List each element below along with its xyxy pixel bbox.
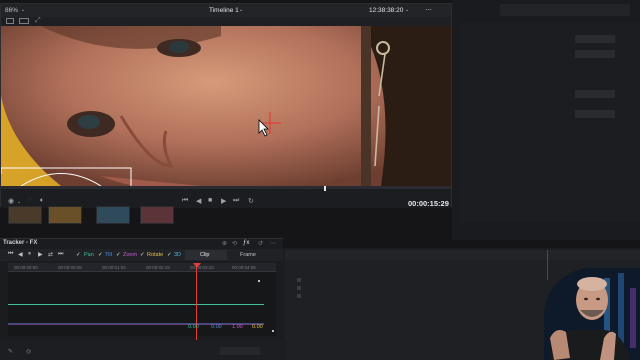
tracker-title: Tracker - FX — [3, 240, 38, 246]
ruler-tick: 00:00:00:00 — [14, 265, 38, 270]
frame-mode-button[interactable]: Frame — [240, 252, 256, 258]
graph-handle[interactable] — [272, 330, 274, 332]
timeline-name[interactable]: Timeline 1 — [209, 7, 239, 14]
viewer-toolbar: ⤢ — [1, 17, 451, 26]
viewer-title-bar: 86% ⌄ Timeline 1 ⌄ 12:38:38:20 ⌄ ⋯ — [1, 4, 451, 17]
zoom-checkbox[interactable]: ✓ — [116, 252, 121, 258]
zoom-label: Zoom — [123, 252, 138, 258]
video-frame[interactable] — [1, 26, 451, 186]
ruler-tick: 00:00:00:25 — [58, 265, 82, 270]
media-thumbnail[interactable] — [8, 206, 42, 224]
inspector-field — [575, 35, 615, 43]
reset-icon[interactable]: ↺ — [258, 240, 263, 247]
loop-icon[interactable]: ↻ — [248, 197, 254, 205]
track-back-icon[interactable]: ◀ — [18, 251, 23, 258]
rotate-value[interactable]: 0.00 — [252, 324, 263, 330]
track-marker — [297, 278, 301, 282]
arrow-cursor-icon — [258, 119, 269, 137]
zoom-dropdown-icon[interactable]: ⌄ — [21, 7, 25, 13]
tracker-ruler: 00:00:00:00 00:00:00:25 00:00:01:20 00:0… — [8, 263, 276, 272]
timecode-bottom[interactable]: 00:00:15:29 — [408, 199, 449, 208]
timecode-top[interactable]: 12:38:38:20 — [369, 7, 403, 14]
play-reverse-icon[interactable]: ◀ — [196, 197, 201, 205]
last-frame-icon[interactable]: ⏭︎ — [233, 197, 239, 205]
split-view-icon[interactable] — [19, 18, 29, 24]
ruler-tick: 00:00:04:05 — [232, 265, 256, 270]
pan-label: Pan — [84, 252, 94, 258]
zoom-level[interactable]: 86% — [5, 7, 18, 14]
portrait-image — [1, 26, 451, 186]
eyedropper-icon[interactable]: ✎ — [8, 348, 13, 355]
first-frame-icon[interactable]: ⏮︎ — [182, 197, 188, 205]
3d-label: 3D — [174, 252, 182, 258]
media-thumbnail[interactable] — [96, 206, 130, 224]
transform-icon[interactable]: ⤢ — [35, 17, 41, 25]
timecode-dropdown-icon[interactable]: ⌄ — [405, 7, 409, 13]
scrubber-track[interactable] — [1, 186, 451, 189]
timeline-dropdown-icon[interactable]: ⌄ — [239, 7, 243, 13]
zoom-curve — [8, 324, 264, 325]
color-picker-icon[interactable]: ◎ — [26, 348, 31, 355]
pause-icon[interactable]: ⏸︎ — [28, 251, 31, 258]
track-reverse-icon[interactable]: ⏮︎ — [8, 251, 13, 258]
webcam-overlay — [544, 268, 640, 360]
scrubber-playhead[interactable] — [324, 186, 326, 191]
loop-off-icon[interactable]: ◌ — [27, 197, 31, 204]
presenter-image — [544, 268, 640, 360]
volume-icon[interactable]: 🔈︎ — [40, 197, 44, 205]
audio-monitor-icon[interactable]: ◉ — [8, 197, 14, 205]
inspector-field — [575, 110, 615, 118]
tracker-footer: ✎ ◎ — [0, 340, 283, 360]
track-both-icon[interactable]: ⇄ — [48, 251, 53, 258]
inspector-field — [575, 90, 615, 98]
track-forward-icon[interactable]: ▶ — [38, 251, 43, 258]
tilt-label: Tilt — [105, 252, 113, 258]
tilt-value[interactable]: 0.00 — [211, 324, 222, 330]
track-marker — [297, 286, 301, 290]
more-options-icon[interactable]: ⋯ — [425, 6, 432, 14]
pan-curve — [8, 304, 264, 305]
rotate-label: Rotate — [147, 252, 164, 258]
media-thumbnail[interactable] — [48, 206, 82, 224]
rotate-checkbox[interactable]: ✓ — [140, 252, 145, 258]
inspector-header — [500, 4, 630, 16]
ruler-tick: 00:00:02:15 — [146, 265, 170, 270]
ruler-tick: 00:00:01:20 — [102, 265, 126, 270]
audio-dropdown-icon[interactable]: ⌄ — [17, 199, 21, 205]
media-thumbnail[interactable] — [140, 206, 174, 224]
3d-checkbox[interactable]: ✓ — [167, 252, 172, 258]
zoom-value[interactable]: 1.00 — [232, 324, 243, 330]
track-toolbar-icon[interactable]: ⊕ — [222, 240, 227, 247]
clip-mode-button[interactable]: Clip — [200, 252, 209, 258]
tilt-checkbox[interactable]: ✓ — [98, 252, 103, 258]
tracker-playhead-handle[interactable] — [193, 263, 201, 268]
stop-icon[interactable]: ■ — [208, 197, 212, 204]
refresh-icon[interactable]: ⟲ — [232, 240, 237, 247]
track-end-icon[interactable]: ⏭︎ — [58, 251, 63, 258]
pan-checkbox[interactable]: ✓ — [76, 252, 81, 258]
footer-dropdown[interactable] — [220, 347, 260, 355]
play-icon[interactable]: ▶ — [221, 197, 226, 205]
track-marker — [297, 294, 301, 298]
timeline-ruler — [285, 250, 640, 260]
viewer-window: 86% ⌄ Timeline 1 ⌄ 12:38:38:20 ⌄ ⋯ ⤢ ◉ ⌄… — [0, 3, 452, 208]
layout-icon[interactable] — [6, 18, 14, 24]
inspector-field — [575, 50, 615, 58]
more-icon[interactable]: ⋯ — [270, 240, 276, 247]
timeline-playhead — [547, 250, 548, 280]
fx-icon[interactable]: ƒx — [243, 240, 249, 246]
graph-handle[interactable] — [258, 280, 260, 282]
pan-value[interactable]: 0.00 — [188, 324, 199, 330]
